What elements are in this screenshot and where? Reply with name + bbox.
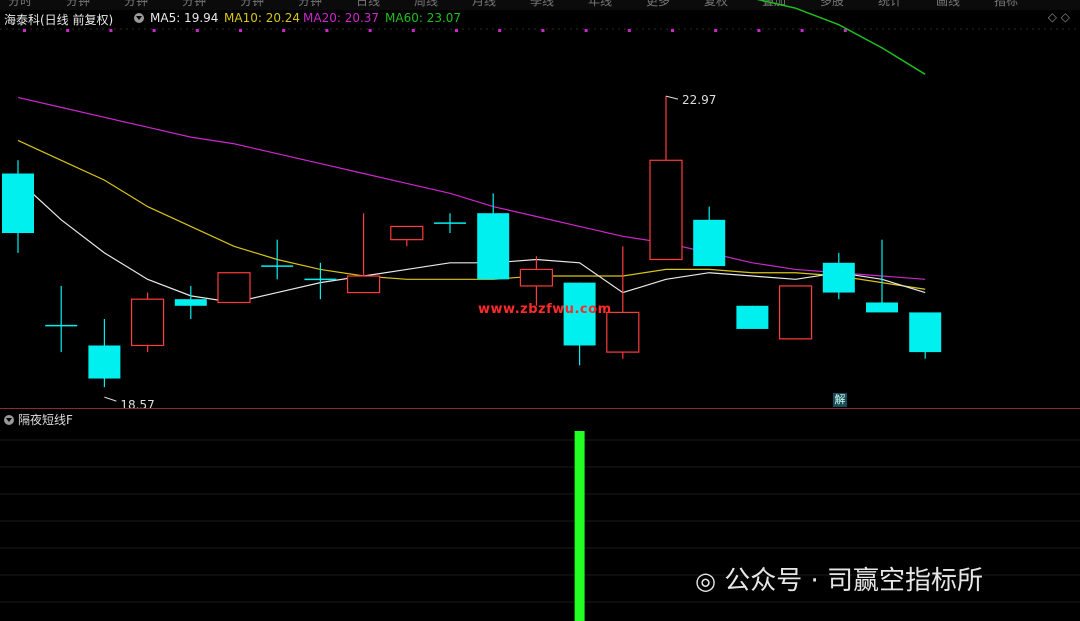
high-price-label: 22.97 (682, 93, 716, 107)
ma20-line (17, 96, 926, 280)
candle-body-up (390, 225, 424, 241)
signal-bar (574, 431, 585, 621)
candle-body-down (822, 262, 855, 293)
top-marker (584, 29, 588, 32)
top-marker (411, 29, 415, 32)
top-marker (714, 29, 718, 32)
candle-body-up (131, 298, 165, 347)
top-marker (800, 29, 804, 32)
candle-body-up (649, 159, 683, 261)
wechat-watermark: ◎ 公众号 · 司赢空指标所 (695, 560, 983, 597)
site-watermark: www.zbzfwu.com (478, 302, 612, 317)
ma60-line (756, 0, 926, 75)
top-marker (627, 29, 631, 32)
candle-body-down (866, 302, 898, 313)
top-marker (195, 29, 199, 32)
top-marker (498, 29, 502, 32)
candle-body-down (174, 299, 207, 306)
top-marker (152, 29, 156, 32)
candle-body-down (477, 213, 510, 280)
candle-body-down (693, 219, 726, 267)
top-marker (239, 29, 242, 32)
candle-body-up (519, 268, 554, 287)
top-marker (23, 29, 26, 32)
wechat-text: 公众号 · 司赢空指标所 (724, 566, 984, 596)
top-marker (368, 29, 372, 32)
low-pointer (104, 396, 117, 402)
candle-body-up (778, 285, 813, 340)
indicator-name: 隔夜短线F (18, 413, 73, 427)
jie-badge[interactable]: 解 (833, 393, 847, 407)
candle-body-up (606, 311, 640, 353)
high-pointer (665, 95, 679, 100)
candle-body-up (217, 272, 251, 304)
low-price-label: 18.57 (120, 398, 154, 412)
top-marker (325, 29, 329, 32)
panel-divider (0, 408, 1080, 409)
ma5-line (17, 179, 926, 304)
top-marker (757, 29, 761, 32)
top-marker (671, 29, 674, 32)
top-marker (66, 29, 70, 32)
candle-body-down (909, 312, 942, 353)
indicator-menu-icon[interactable] (4, 415, 14, 425)
top-marker (541, 29, 545, 32)
candle-body-up (347, 275, 381, 294)
indicator-title[interactable]: 隔夜短线F (4, 411, 73, 428)
top-marker (109, 29, 113, 32)
candle-body-down (2, 173, 34, 234)
top-marker (455, 29, 458, 32)
wechat-icon: ◎ (695, 567, 716, 595)
ma10-line (17, 139, 926, 290)
candle-body-down (736, 305, 769, 329)
top-marker (282, 29, 286, 32)
candle-body-down (88, 345, 121, 379)
